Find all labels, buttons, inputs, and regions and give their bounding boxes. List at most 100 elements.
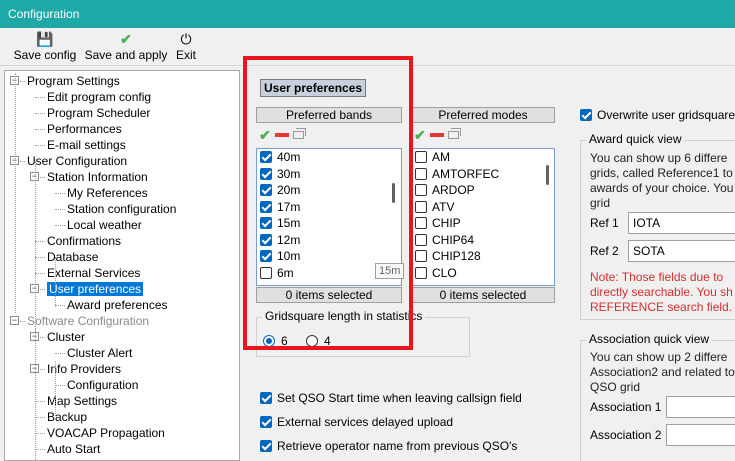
list-item[interactable]: CHIP128	[412, 248, 554, 265]
list-item-label: CHIP128	[432, 249, 481, 263]
tree-item-label: VOACAP Propagation	[47, 426, 165, 440]
tree-item[interactable]: VOACAP Propagation	[47, 425, 165, 441]
tree-item[interactable]: Program Scheduler	[47, 105, 150, 121]
tree-connector	[55, 209, 65, 210]
option-retrieve-operator[interactable]: Retrieve operator name from previous QSO…	[260, 439, 517, 453]
tree-connector	[35, 129, 45, 130]
tree-item-label: Station Information	[47, 170, 148, 184]
overwrite-gridsquare-option[interactable]: Overwrite user gridsquare	[580, 108, 735, 122]
note-line: Note: Those fields due to	[590, 270, 724, 284]
save-config-label: Save config	[13, 48, 77, 62]
modes-list[interactable]: AM AMTORFEC ARDOP ATV CHIP CHIP64 CHIP128 CLO	[411, 148, 555, 286]
checkbox[interactable]	[415, 266, 427, 279]
tree-item-label: Award preferences	[67, 298, 168, 312]
award-text-line: You can show up 6 differe	[590, 151, 728, 165]
tree-guide	[35, 329, 36, 460]
tree-item[interactable]: Edit program config	[47, 89, 151, 105]
checkbox[interactable]	[260, 392, 272, 404]
modes-scrollbar[interactable]	[546, 165, 549, 185]
tree-item[interactable]: My References	[67, 185, 148, 201]
tree-item-label: Auto Start	[47, 442, 101, 456]
award-text-line: awards of your choice. You	[590, 181, 734, 195]
tree-item[interactable]: Local weather	[67, 217, 142, 233]
tree-connector	[55, 385, 65, 386]
tree-item[interactable]: Station configuration	[67, 201, 176, 217]
list-item[interactable]: ARDOP	[412, 182, 554, 199]
association1-label: Association 1	[590, 400, 662, 414]
checkbox[interactable]	[415, 151, 427, 163]
copy-icon[interactable]	[447, 128, 461, 139]
select-all-icon[interactable]: ✔	[414, 127, 426, 143]
window-title: Configuration	[8, 7, 80, 21]
association2-label: Association 2	[590, 428, 662, 442]
overwrite-label: Overwrite user gridsquare	[597, 108, 735, 122]
ref2-select[interactable]: SOTA ﹀	[628, 240, 735, 262]
deselect-all-icon[interactable]	[429, 133, 444, 137]
list-item[interactable]: AMTORFEC	[412, 166, 554, 183]
list-item-label: CHIP64	[432, 232, 475, 247]
list-item[interactable]: CHIP64	[412, 232, 554, 249]
exit-button[interactable]: ⏻ Exit	[172, 30, 200, 62]
association2-input[interactable]	[666, 424, 735, 446]
tree-connector	[55, 305, 65, 306]
tree-item[interactable]: External Services	[47, 265, 140, 281]
save-and-apply-button[interactable]: ✔ Save and apply	[84, 30, 168, 62]
checkmark-icon: ✔	[120, 31, 132, 47]
tree-item[interactable]: Configuration	[67, 377, 138, 393]
tree-item[interactable]: Skins	[47, 457, 76, 460]
modes-selected-count: 0 items selected	[411, 287, 555, 303]
checkbox[interactable]	[415, 167, 427, 180]
tree-item-label: Confirmations	[47, 234, 122, 248]
checkbox[interactable]	[415, 200, 427, 213]
tree-item-label: Edit program config	[47, 90, 152, 104]
save-config-button[interactable]: 💾 Save config	[12, 30, 78, 62]
tree-item[interactable]: Backup	[47, 409, 87, 425]
checkbox[interactable]	[580, 109, 592, 121]
tree-item[interactable]: Program Settings	[27, 73, 120, 89]
tree-item-label: External Services	[47, 266, 141, 280]
tree-item[interactable]: Map Settings	[47, 393, 117, 409]
tree-connector	[35, 273, 45, 274]
tree-item[interactable]: Confirmations	[47, 233, 121, 249]
tree-item[interactable]: Cluster	[47, 329, 85, 345]
tree-item-label: Performances	[47, 122, 122, 136]
collapse-icon[interactable]: −	[10, 316, 19, 325]
checkbox[interactable]	[260, 440, 272, 452]
settings-tree[interactable]: Program Settings − Edit program config Prog…	[4, 70, 240, 461]
tree-item[interactable]: Award preferences	[67, 297, 168, 313]
option-label: Set QSO Start time when leaving callsign…	[277, 391, 522, 405]
award-description: You can show up 6 differe grids, called …	[590, 151, 733, 211]
tree-item-label: User preferences	[47, 282, 144, 296]
association1-input[interactable]	[666, 396, 735, 418]
tree-item[interactable]: User Configuration	[27, 153, 127, 169]
checkbox[interactable]	[415, 217, 427, 229]
tree-connector	[55, 353, 65, 354]
tree-connector	[35, 257, 45, 258]
tree-item[interactable]: Software Configuration	[27, 313, 149, 329]
tree-item[interactable]: Auto Start	[47, 441, 100, 457]
checkbox[interactable]	[260, 416, 272, 428]
option-delayed-upload[interactable]: External services delayed upload	[260, 415, 453, 429]
list-item[interactable]: CLO	[412, 265, 554, 282]
list-item[interactable]: CHIP	[412, 215, 554, 232]
modes-toolbar: ✔	[414, 127, 461, 143]
checkbox[interactable]	[415, 250, 427, 262]
tree-item[interactable]: Info Providers	[47, 361, 121, 377]
tree-item[interactable]: Performances	[47, 121, 122, 137]
tree-connector	[35, 113, 45, 114]
list-item[interactable]: AM	[412, 149, 554, 166]
association-text-line: You can show up 2 differe	[590, 350, 728, 364]
list-item[interactable]: ATV	[412, 199, 554, 216]
checkbox[interactable]	[415, 184, 427, 196]
tree-item[interactable]: Station Information	[47, 169, 148, 185]
association-description: You can show up 2 differe Association2 a…	[590, 350, 735, 395]
list-item-label: CHIP	[432, 216, 461, 230]
tree-item[interactable]: User preferences	[47, 281, 144, 297]
tree-item[interactable]: E-mail settings	[47, 137, 126, 153]
option-qso-start-time[interactable]: Set QSO Start time when leaving callsign…	[260, 391, 522, 405]
tree-item[interactable]: Cluster Alert	[67, 345, 132, 361]
ref1-select[interactable]: IOTA ﹀	[628, 212, 735, 234]
tree-item-label: Program Scheduler	[47, 106, 151, 120]
association-text-line: Association2 and related to	[590, 365, 735, 379]
checkbox[interactable]	[415, 233, 427, 246]
